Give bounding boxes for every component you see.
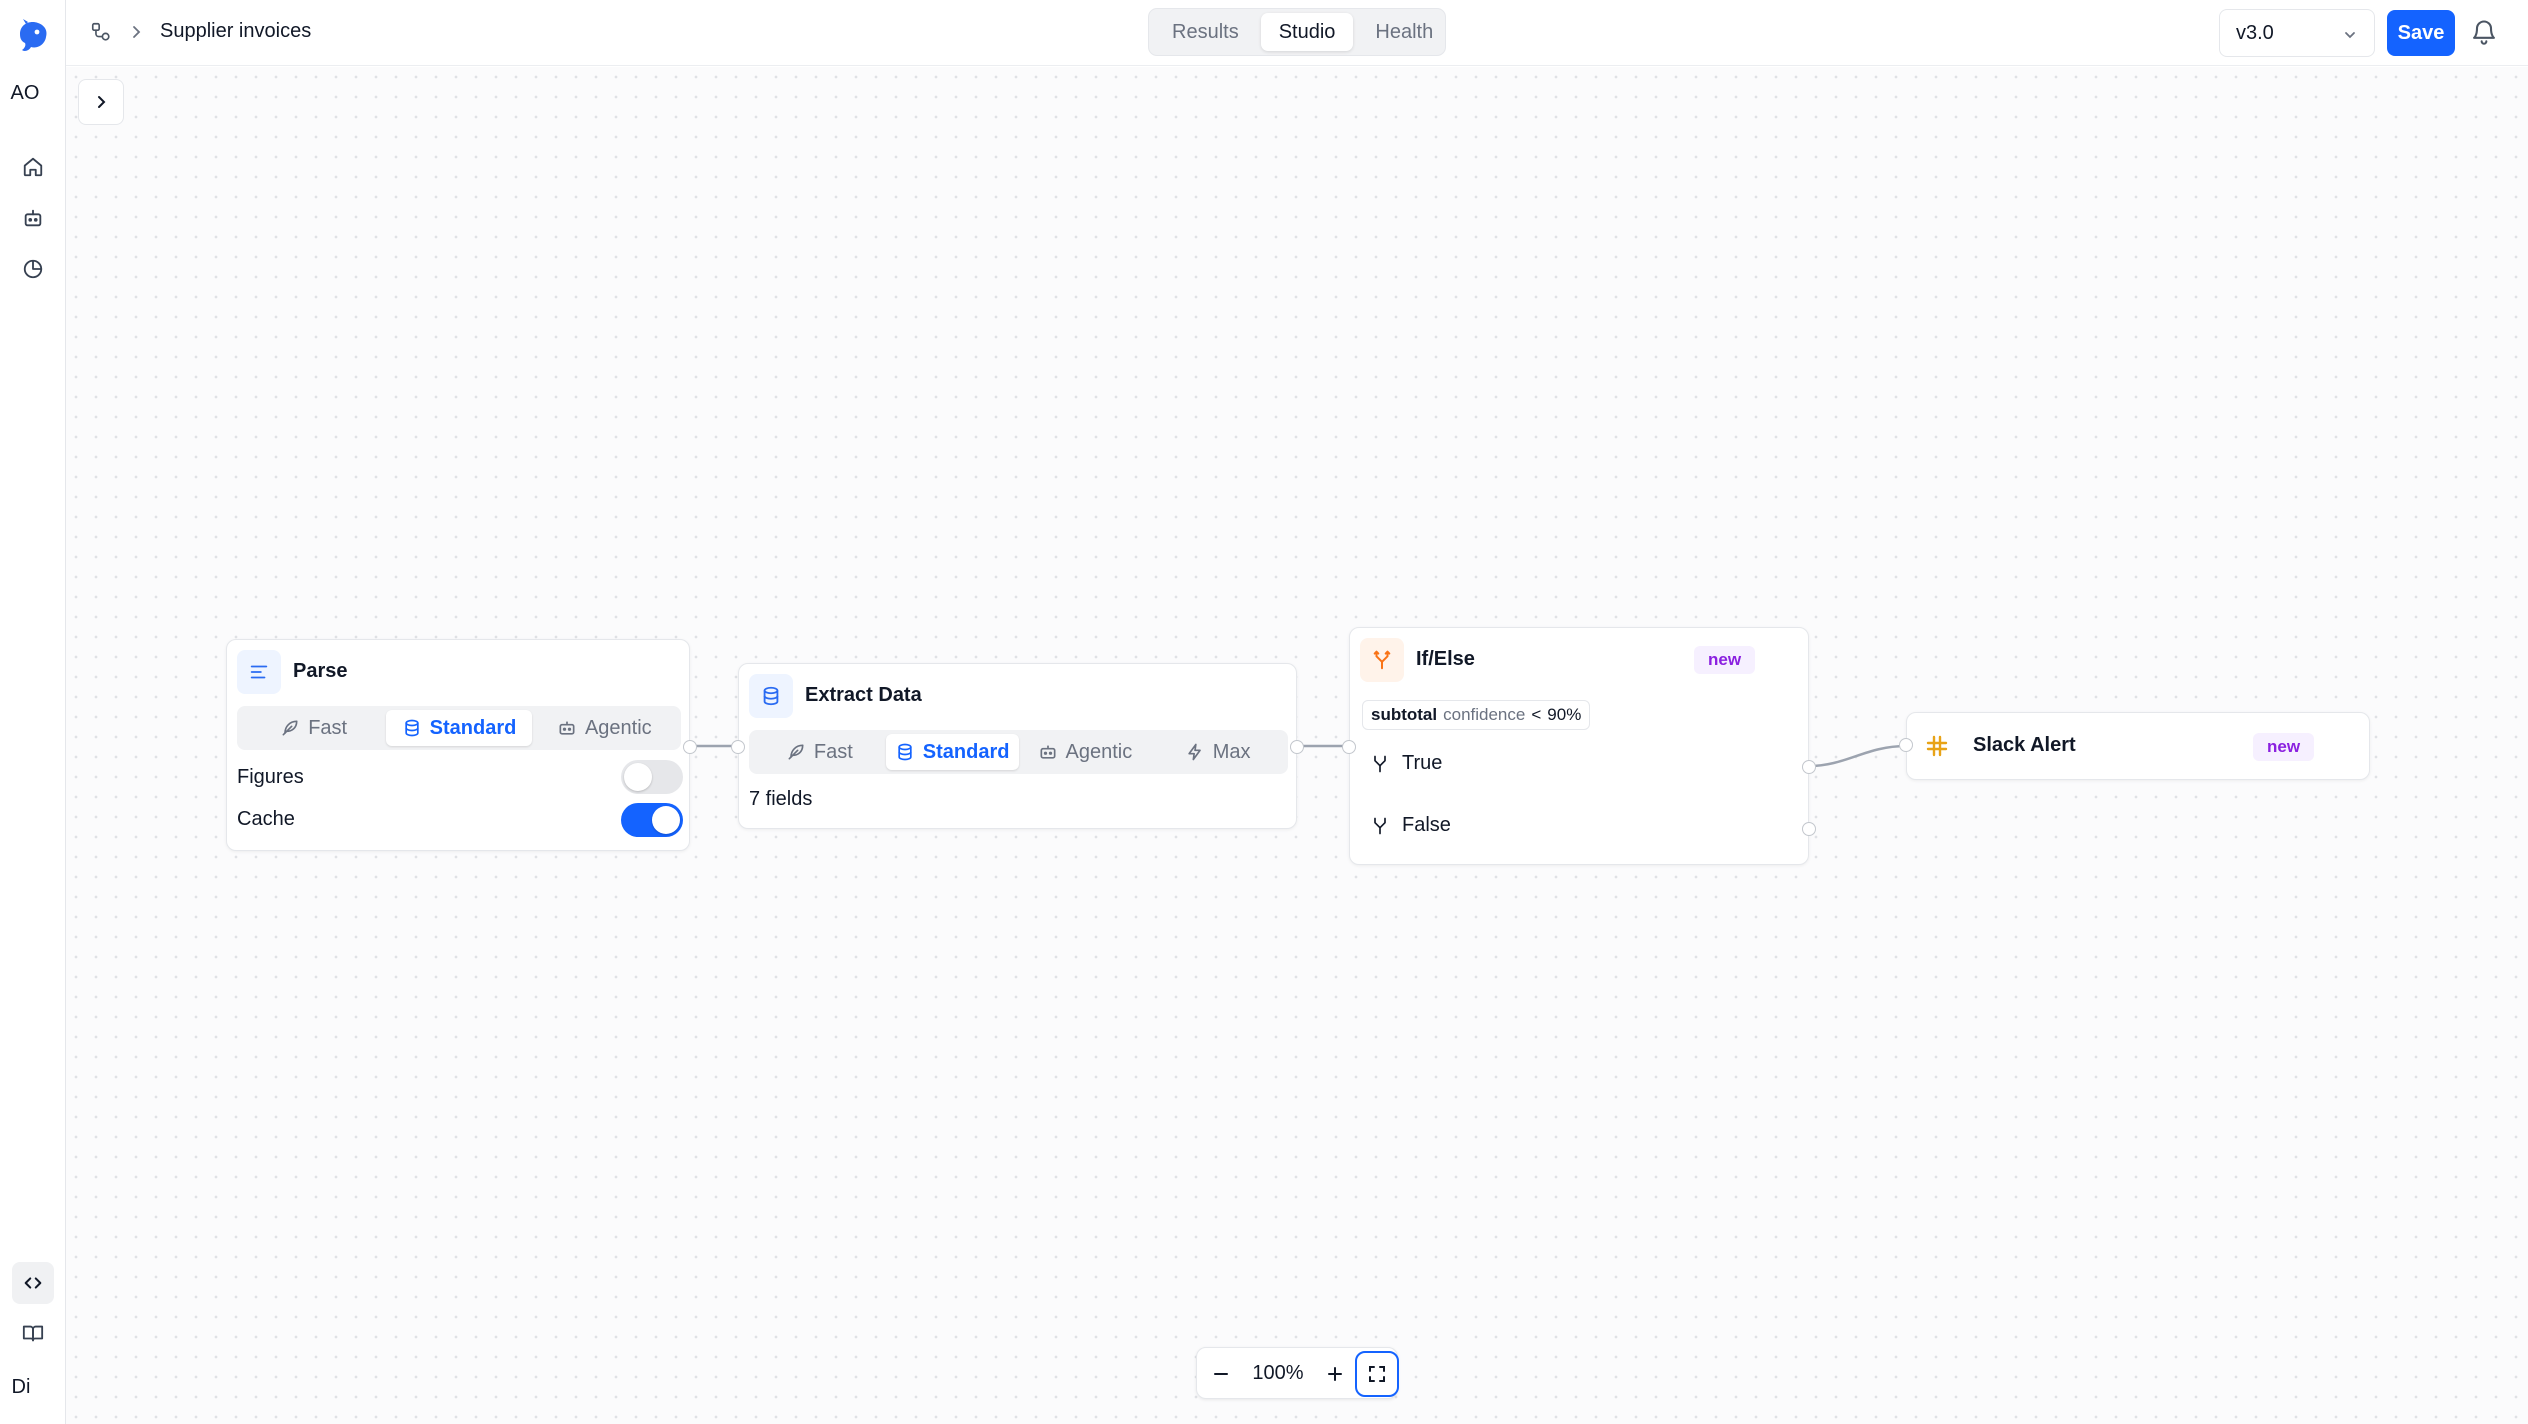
edge-true-slack: [1808, 744, 1907, 768]
save-button[interactable]: Save: [2387, 10, 2455, 56]
extract-mode-fast[interactable]: Fast: [753, 734, 886, 770]
version-value: v3.0: [2236, 21, 2274, 44]
cache-toggle[interactable]: [621, 803, 683, 837]
branch-true[interactable]: True: [1370, 752, 1442, 775]
app-logo-icon[interactable]: [12, 14, 54, 56]
true-output-handle[interactable]: [1802, 760, 1816, 774]
database-icon: [898, 743, 912, 761]
nav-docs[interactable]: [12, 1312, 54, 1354]
slack-new-badge: new: [2253, 733, 2315, 761]
home-icon: [23, 157, 43, 177]
branch-icon: [1360, 638, 1404, 682]
view-tabs: Results Studio Health: [1148, 8, 1446, 56]
extract-mode-agentic[interactable]: Agentic: [1019, 734, 1152, 770]
ifelse-input-handle[interactable]: [1342, 740, 1356, 754]
workspace-initials[interactable]: AO: [0, 82, 50, 105]
nav-agents[interactable]: [12, 197, 54, 239]
parse-title: Parse: [293, 660, 348, 682]
ifelse-title: If/Else: [1416, 648, 1475, 670]
book-icon: [22, 1325, 44, 1342]
minus-icon: [1214, 1373, 1228, 1375]
cache-label: Cache: [237, 808, 295, 830]
parse-mode-fast[interactable]: Fast: [241, 710, 386, 746]
parse-node[interactable]: Parse Fast Standard Agentic Figures Cach…: [226, 639, 697, 851]
zoom-out-button[interactable]: [1201, 1348, 1241, 1400]
plus-icon: [1328, 1367, 1342, 1381]
ifelse-node[interactable]: If/Else new subtotal confidence < 90% Tr…: [1342, 627, 1816, 865]
breadcrumb-title[interactable]: Supplier invoices: [160, 20, 311, 43]
bot-icon: [1040, 745, 1056, 759]
ifelse-new-badge: new: [1694, 646, 1756, 674]
parse-mode-agentic[interactable]: Agentic: [532, 710, 677, 746]
zoom-in-button[interactable]: [1315, 1348, 1355, 1400]
fit-view-button[interactable]: [1355, 1351, 1399, 1397]
zoom-controls: 100%: [1196, 1347, 1399, 1400]
workflow-icon[interactable]: [90, 21, 112, 48]
figures-label: Figures: [237, 766, 304, 788]
breadcrumb-chevron-icon: [128, 23, 144, 46]
fields-count: 7 fields: [749, 788, 813, 810]
chevron-down-icon: [2342, 26, 2358, 49]
extract-mode-selector: Fast Standard Agentic Max: [749, 730, 1288, 774]
parse-output-handle[interactable]: [683, 740, 697, 754]
extract-mode-standard[interactable]: Standard: [885, 734, 1019, 770]
extract-output-handle[interactable]: [1290, 740, 1304, 754]
branch-icon: [1374, 755, 1386, 772]
feather-icon: [282, 720, 298, 736]
slack-node[interactable]: Slack Alert new: [1899, 712, 2370, 780]
bot-icon: [559, 721, 575, 735]
nav-home[interactable]: [12, 146, 54, 188]
lightning-icon: [1188, 743, 1201, 761]
pie-chart-icon: [23, 259, 43, 279]
left-rail: AO Di: [0, 0, 66, 1424]
parse-mode-selector: Fast Standard Agentic: [237, 706, 681, 750]
nav-code[interactable]: [12, 1262, 54, 1304]
bot-icon: [24, 209, 42, 227]
database-icon: [404, 719, 419, 737]
false-output-handle[interactable]: [1802, 822, 1816, 836]
bell-icon[interactable]: [2470, 18, 2498, 51]
tab-results[interactable]: Results: [1154, 13, 1257, 51]
workflow-canvas[interactable]: Parse Fast Standard Agentic Figures Cach…: [66, 67, 2528, 1424]
extract-input-handle[interactable]: [731, 740, 745, 754]
slack-input-handle[interactable]: [1899, 738, 1913, 752]
branch-icon: [1374, 817, 1386, 834]
branch-false[interactable]: False: [1370, 814, 1451, 837]
slack-icon: [1915, 724, 1959, 768]
parse-mode-standard[interactable]: Standard: [386, 710, 532, 746]
zoom-level: 100%: [1252, 1362, 1304, 1384]
tab-health[interactable]: Health: [1357, 13, 1451, 51]
extract-mode-max[interactable]: Max: [1151, 734, 1284, 770]
version-select[interactable]: v3.0: [2219, 9, 2375, 57]
extract-node[interactable]: Extract Data Fast Standard Agentic Max 7…: [731, 663, 1304, 829]
top-bar: Supplier invoices Results Studio Health …: [66, 0, 2528, 66]
figures-toggle[interactable]: [621, 760, 683, 794]
condition-chip[interactable]: subtotal confidence < 90%: [1362, 700, 1591, 730]
slack-title: Slack Alert: [1973, 734, 2076, 756]
parse-icon: [237, 650, 281, 694]
tab-studio[interactable]: Studio: [1260, 13, 1354, 51]
code-icon: [24, 1277, 42, 1289]
user-avatar[interactable]: Di: [0, 1376, 42, 1399]
fit-screen-icon: [1369, 1366, 1385, 1382]
nav-analytics[interactable]: [12, 248, 54, 290]
extract-title: Extract Data: [805, 684, 922, 706]
feather-icon: [788, 744, 804, 760]
extract-icon: [749, 674, 793, 718]
